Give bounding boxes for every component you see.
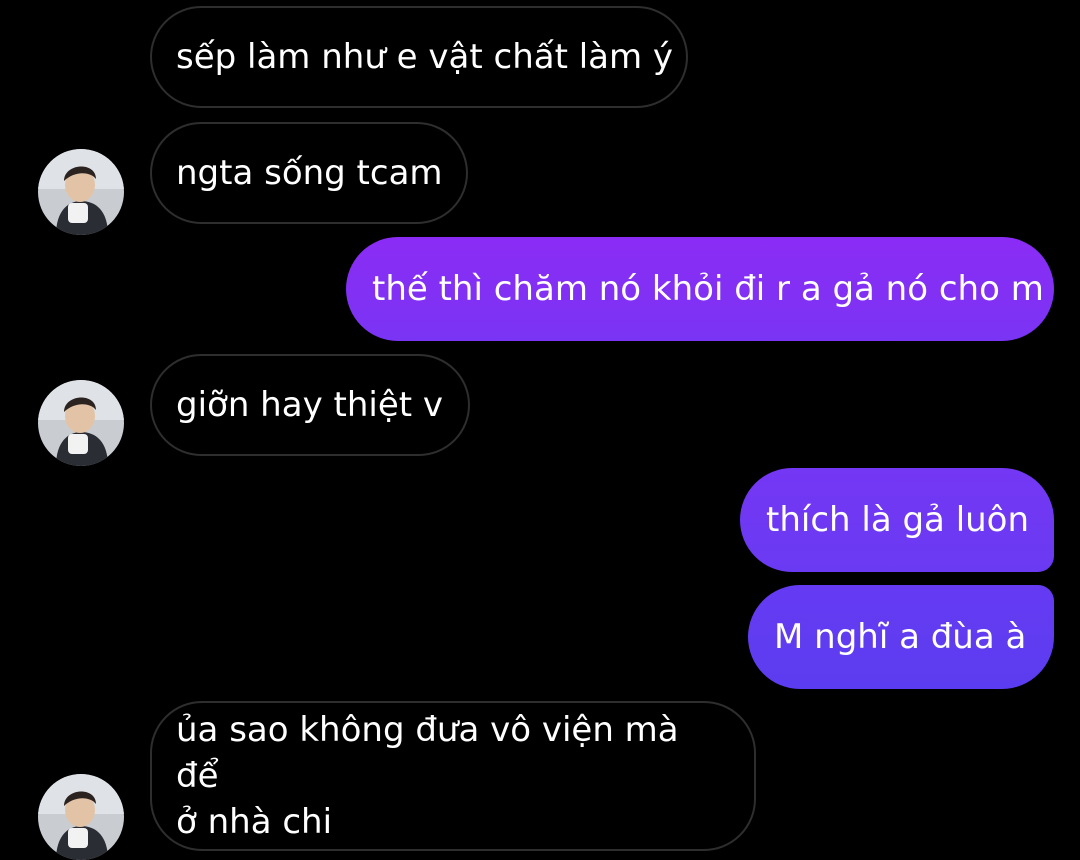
avatar-photo-icon [38, 380, 124, 466]
message-text: thế thì chăm nó khỏi đi r a gả nó cho m [372, 269, 1044, 309]
message-text: giỡn hay thiệt v [176, 385, 444, 425]
contact-avatar[interactable] [38, 774, 124, 860]
message-text: ủa sao không đưa vô viện mà để ở nhà chi [176, 710, 679, 842]
outgoing-message-bubble[interactable]: thích là gả luôn [740, 468, 1054, 572]
message-text: thích là gả luôn [766, 500, 1030, 540]
contact-avatar[interactable] [38, 149, 124, 235]
message-text: sếp làm như e vật chất làm ý [176, 37, 674, 77]
message-text: M nghĩ a đùa à [774, 617, 1027, 657]
outgoing-message-bubble[interactable]: M nghĩ a đùa à [748, 585, 1054, 689]
avatar-photo-icon [38, 774, 124, 860]
outgoing-message-bubble[interactable]: thế thì chăm nó khỏi đi r a gả nó cho m [346, 237, 1054, 341]
contact-avatar[interactable] [38, 380, 124, 466]
incoming-message-bubble[interactable]: ngta sống tcam [150, 122, 468, 224]
message-text: ngta sống tcam [176, 153, 443, 193]
incoming-message-bubble[interactable]: giỡn hay thiệt v [150, 354, 470, 456]
avatar-photo-icon [38, 149, 124, 235]
incoming-message-bubble[interactable]: sếp làm như e vật chất làm ý [150, 6, 688, 108]
incoming-message-bubble[interactable]: ủa sao không đưa vô viện mà để ở nhà chi [150, 701, 756, 851]
